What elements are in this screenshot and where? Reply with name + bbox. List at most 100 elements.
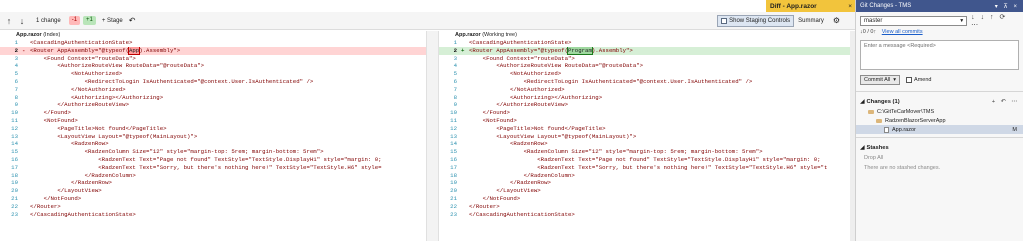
code-line[interactable]: 3 <Found Context="routeData"> xyxy=(439,55,850,63)
tab-diff-app-razor[interactable]: Diff - App.razor × xyxy=(766,0,855,12)
undo-icon[interactable]: ↶ xyxy=(129,14,136,27)
code-line[interactable]: 20 </LayoutView> xyxy=(0,187,426,195)
right-code-view[interactable]: 1 <CascadingAuthenticationState> 2 + <Router… xyxy=(439,39,850,218)
diff-splitter[interactable] xyxy=(426,31,439,241)
drop-all-button[interactable]: Drop All xyxy=(856,153,1023,163)
code-line[interactable]: 1 <CascadingAuthenticationState> xyxy=(439,39,850,47)
code-text: </AuthorizeRouteView> xyxy=(57,101,129,109)
code-line[interactable]: 2 + <Router AppAssembly="@typeof(Program).… xyxy=(439,46,850,55)
code-line[interactable]: 2- <Router AppAssembly="@typeof(App).Asse… xyxy=(0,46,426,55)
branch-name: master xyxy=(864,17,883,24)
code-line[interactable]: 5 <NotAuthorized> xyxy=(439,70,850,78)
code-line[interactable]: 23 </CascadingAuthenticationState> xyxy=(439,211,850,219)
code-line[interactable]: 22 </Router> xyxy=(439,203,850,211)
code-line[interactable]: 12 <PageTitle>Not found</PageTitle> xyxy=(439,125,850,133)
code-line[interactable]: 11 <NotFound> xyxy=(0,117,426,125)
changed-file-item[interactable]: App.razor M xyxy=(856,125,1023,134)
code-line[interactable]: 5 <NotAuthorized> xyxy=(0,70,426,78)
divider xyxy=(856,91,1023,92)
code-line[interactable]: 19 </RadzenRow> xyxy=(0,179,426,187)
commit-all-label: Commit All xyxy=(864,77,891,83)
code-line[interactable]: 19 </RadzenRow> xyxy=(439,179,850,187)
changes-section-header[interactable]: ◢ Changes (1) + ↶ ⋯ xyxy=(856,95,1023,107)
code-line[interactable]: 13 <LayoutView Layout="@typeof(MainLayou… xyxy=(439,133,850,141)
code-line[interactable]: 21 </NotFound> xyxy=(439,195,850,203)
code-line[interactable]: 20 </LayoutView> xyxy=(439,187,850,195)
code-line[interactable]: 8 <Authorizing></Authorizing> xyxy=(439,94,850,102)
line-number: 17 xyxy=(450,163,457,171)
code-line[interactable]: 15 <RadzenColumn Size="12" style="margin… xyxy=(0,148,426,156)
expand-arrow-icon: ◢ xyxy=(860,99,865,105)
code-line[interactable]: 16 <RadzenText Text="Page not found" Tex… xyxy=(439,156,850,164)
left-code-view[interactable]: 1 <CascadingAuthenticationState> 2- <Router… xyxy=(0,39,426,218)
code-line[interactable]: 6 <RedirectToLogin IsAuthenticated="@con… xyxy=(0,78,426,86)
code-line[interactable]: 10 </Found> xyxy=(0,109,426,117)
line-number: 12 xyxy=(450,124,457,132)
code-line[interactable]: 17 <RadzenText Text="Sorry, but there's … xyxy=(439,164,850,172)
settings-gear-icon[interactable]: ⚙ xyxy=(833,14,840,27)
code-text: <RadzenColumn Size="12" style="margin-to… xyxy=(84,148,324,156)
stage-button[interactable]: + Stage xyxy=(102,14,123,27)
line-number: 16 xyxy=(450,155,457,163)
code-line[interactable]: 4 <AuthorizeRouteView RouteData="@routeD… xyxy=(439,62,850,70)
code-text: <Router AppAssembly="@typeof( xyxy=(30,46,129,54)
code-text: <LayoutView Layout="@typeof(MainLayout)"… xyxy=(57,132,198,140)
view-all-commits-link[interactable]: View all commits xyxy=(882,29,923,35)
code-text: <Router AppAssembly="@typeof( xyxy=(469,46,568,54)
code-line[interactable]: 22 </Router> xyxy=(0,203,426,211)
code-line[interactable]: 11 <NotFound> xyxy=(439,117,850,125)
line-number: 6 xyxy=(14,77,18,85)
code-line[interactable]: 16 <RadzenText Text="Page not found" Tex… xyxy=(0,156,426,164)
code-line[interactable]: 15 <RadzenColumn Size="12" style="margin… xyxy=(439,148,850,156)
right-file-qualifier: (Working tree) xyxy=(482,32,517,38)
commit-all-button[interactable]: Commit All ▾ xyxy=(860,75,901,85)
commit-dropdown-icon[interactable]: ▾ xyxy=(893,77,896,83)
show-staging-label: Show Staging Controls xyxy=(729,17,791,24)
code-line[interactable]: 8 <Authorizing></Authorizing> xyxy=(0,94,426,102)
code-line[interactable]: 18 </RadzenColumn> xyxy=(439,172,850,180)
folder-item[interactable]: RadzenBlazorServerApp xyxy=(856,116,1023,125)
show-staging-controls-toggle[interactable]: Show Staging Controls xyxy=(717,14,795,27)
code-text: </AuthorizeRouteView> xyxy=(496,101,568,109)
folder-item[interactable]: C:\GitTeCarMover\TMS xyxy=(856,107,1023,116)
code-text: <NotAuthorized> xyxy=(70,70,123,78)
code-line[interactable]: 6 <RedirectToLogin IsAuthenticated="@con… xyxy=(439,78,850,86)
code-line[interactable]: 9 </AuthorizeRouteView> xyxy=(439,101,850,109)
commit-message-input[interactable]: Enter a message <Required> xyxy=(860,40,1019,70)
code-line[interactable]: 1 <CascadingAuthenticationState> xyxy=(0,39,426,47)
code-line[interactable]: 7 </NotAuthorized> xyxy=(439,86,850,94)
branch-selector[interactable]: master ▼ xyxy=(860,15,968,26)
code-line[interactable]: 14 <RadzenRow> xyxy=(0,140,426,148)
sync-actions-icons[interactable]: ↓ ↓ ↑ ⟳ ⋯ xyxy=(971,13,1019,29)
code-line[interactable]: 12 <PageTitle>Not found</PageTitle> xyxy=(0,125,426,133)
panel-window-controls[interactable]: ▾ ⊼ × xyxy=(995,3,1019,10)
amend-checkbox[interactable]: Amend xyxy=(906,77,931,83)
code-line[interactable]: 10 </Found> xyxy=(439,109,850,117)
code-line[interactable]: 9 </AuthorizeRouteView> xyxy=(0,101,426,109)
code-line[interactable]: 14 <RadzenRow> xyxy=(439,140,850,148)
code-line[interactable]: 18 </RadzenColumn> xyxy=(0,172,426,180)
stashes-section-header[interactable]: ◢ Stashes xyxy=(856,141,1023,153)
code-line[interactable]: 4 <AuthorizeRouteView RouteData="@routeD… xyxy=(0,62,426,70)
code-line[interactable]: 23 </CascadingAuthenticationState> xyxy=(0,211,426,219)
stashes-label: Stashes xyxy=(866,145,889,151)
previous-change-icon[interactable]: ↑ xyxy=(4,14,14,27)
vertical-scrollbar[interactable] xyxy=(850,31,855,241)
code-line[interactable]: 7 </NotAuthorized> xyxy=(0,86,426,94)
summary-button[interactable]: Summary xyxy=(798,14,824,27)
next-change-icon[interactable]: ↓ xyxy=(17,14,27,27)
left-file-name: App.razor xyxy=(16,32,42,38)
code-line[interactable]: 17 <RadzenText Text="Sorry, but there's … xyxy=(0,164,426,172)
tab-close-icon[interactable]: × xyxy=(848,3,852,10)
code-line[interactable]: 3 <Found Context="routeData"> xyxy=(0,55,426,63)
line-number: 6 xyxy=(453,77,457,85)
changes-actions-icons[interactable]: + ↶ ⋯ xyxy=(992,99,1019,105)
code-line[interactable]: 13 <LayoutView Layout="@typeof(MainLayou… xyxy=(0,133,426,141)
code-line[interactable]: 21 </NotFound> xyxy=(0,195,426,203)
